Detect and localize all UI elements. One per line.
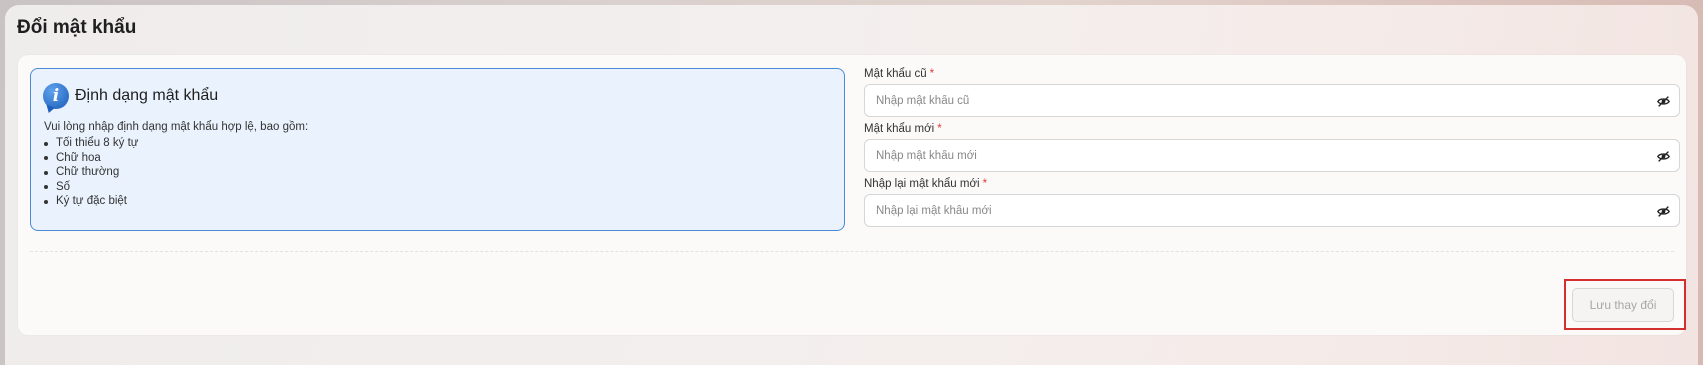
- required-mark: *: [929, 68, 935, 80]
- divider: [30, 251, 1674, 252]
- required-mark: *: [982, 178, 988, 190]
- old-password-label-text: Mật khẩu cũ: [864, 68, 927, 80]
- list-item: Chữ thường: [43, 165, 138, 180]
- change-password-card: i Định dạng mật khẩu Vui lòng nhập định …: [18, 55, 1686, 335]
- info-title: Định dạng mật khẩu: [75, 87, 219, 104]
- eye-off-icon[interactable]: [1657, 205, 1670, 218]
- password-rules-list: Tối thiểu 8 ký tự Chữ hoa Chữ thường Số …: [43, 136, 139, 209]
- list-item: Số: [43, 180, 138, 195]
- page-frame: Đổi mật khẩu i Định dạng mật khẩu Vui lò…: [5, 5, 1698, 365]
- confirm-password-label-text: Nhập lại mật khẩu mới: [864, 178, 980, 190]
- page-title: Đổi mật khẩu: [17, 17, 137, 38]
- old-password-field[interactable]: [864, 84, 1680, 117]
- eye-off-icon[interactable]: [1657, 150, 1670, 163]
- eye-off-icon[interactable]: [1657, 95, 1670, 108]
- old-password-label: Mật khẩu cũ *: [864, 68, 934, 80]
- confirm-password-label: Nhập lại mật khẩu mới *: [864, 178, 987, 190]
- required-mark: *: [937, 123, 942, 135]
- confirm-password-input[interactable]: [876, 204, 1616, 217]
- info-description: Vui lòng nhập định dạng mật khẩu hợp lệ,…: [44, 121, 309, 133]
- new-password-label: Mật khẩu mới *: [864, 123, 942, 135]
- new-password-label-text: Mật khẩu mới: [864, 123, 935, 135]
- new-password-field[interactable]: [864, 139, 1680, 172]
- old-password-input[interactable]: [876, 94, 1616, 107]
- list-item: Ký tự đặc biệt: [43, 194, 138, 209]
- info-icon: i: [43, 83, 69, 109]
- new-password-input[interactable]: [876, 149, 1616, 162]
- password-format-info: i Định dạng mật khẩu Vui lòng nhập định …: [30, 68, 845, 231]
- list-item: Tối thiểu 8 ký tự: [43, 137, 139, 149]
- save-changes-button[interactable]: Lưu thay đổi: [1572, 288, 1674, 322]
- list-item: Chữ hoa: [43, 151, 138, 166]
- confirm-password-field[interactable]: [864, 194, 1680, 227]
- info-header: i Định dạng mật khẩu: [43, 83, 218, 109]
